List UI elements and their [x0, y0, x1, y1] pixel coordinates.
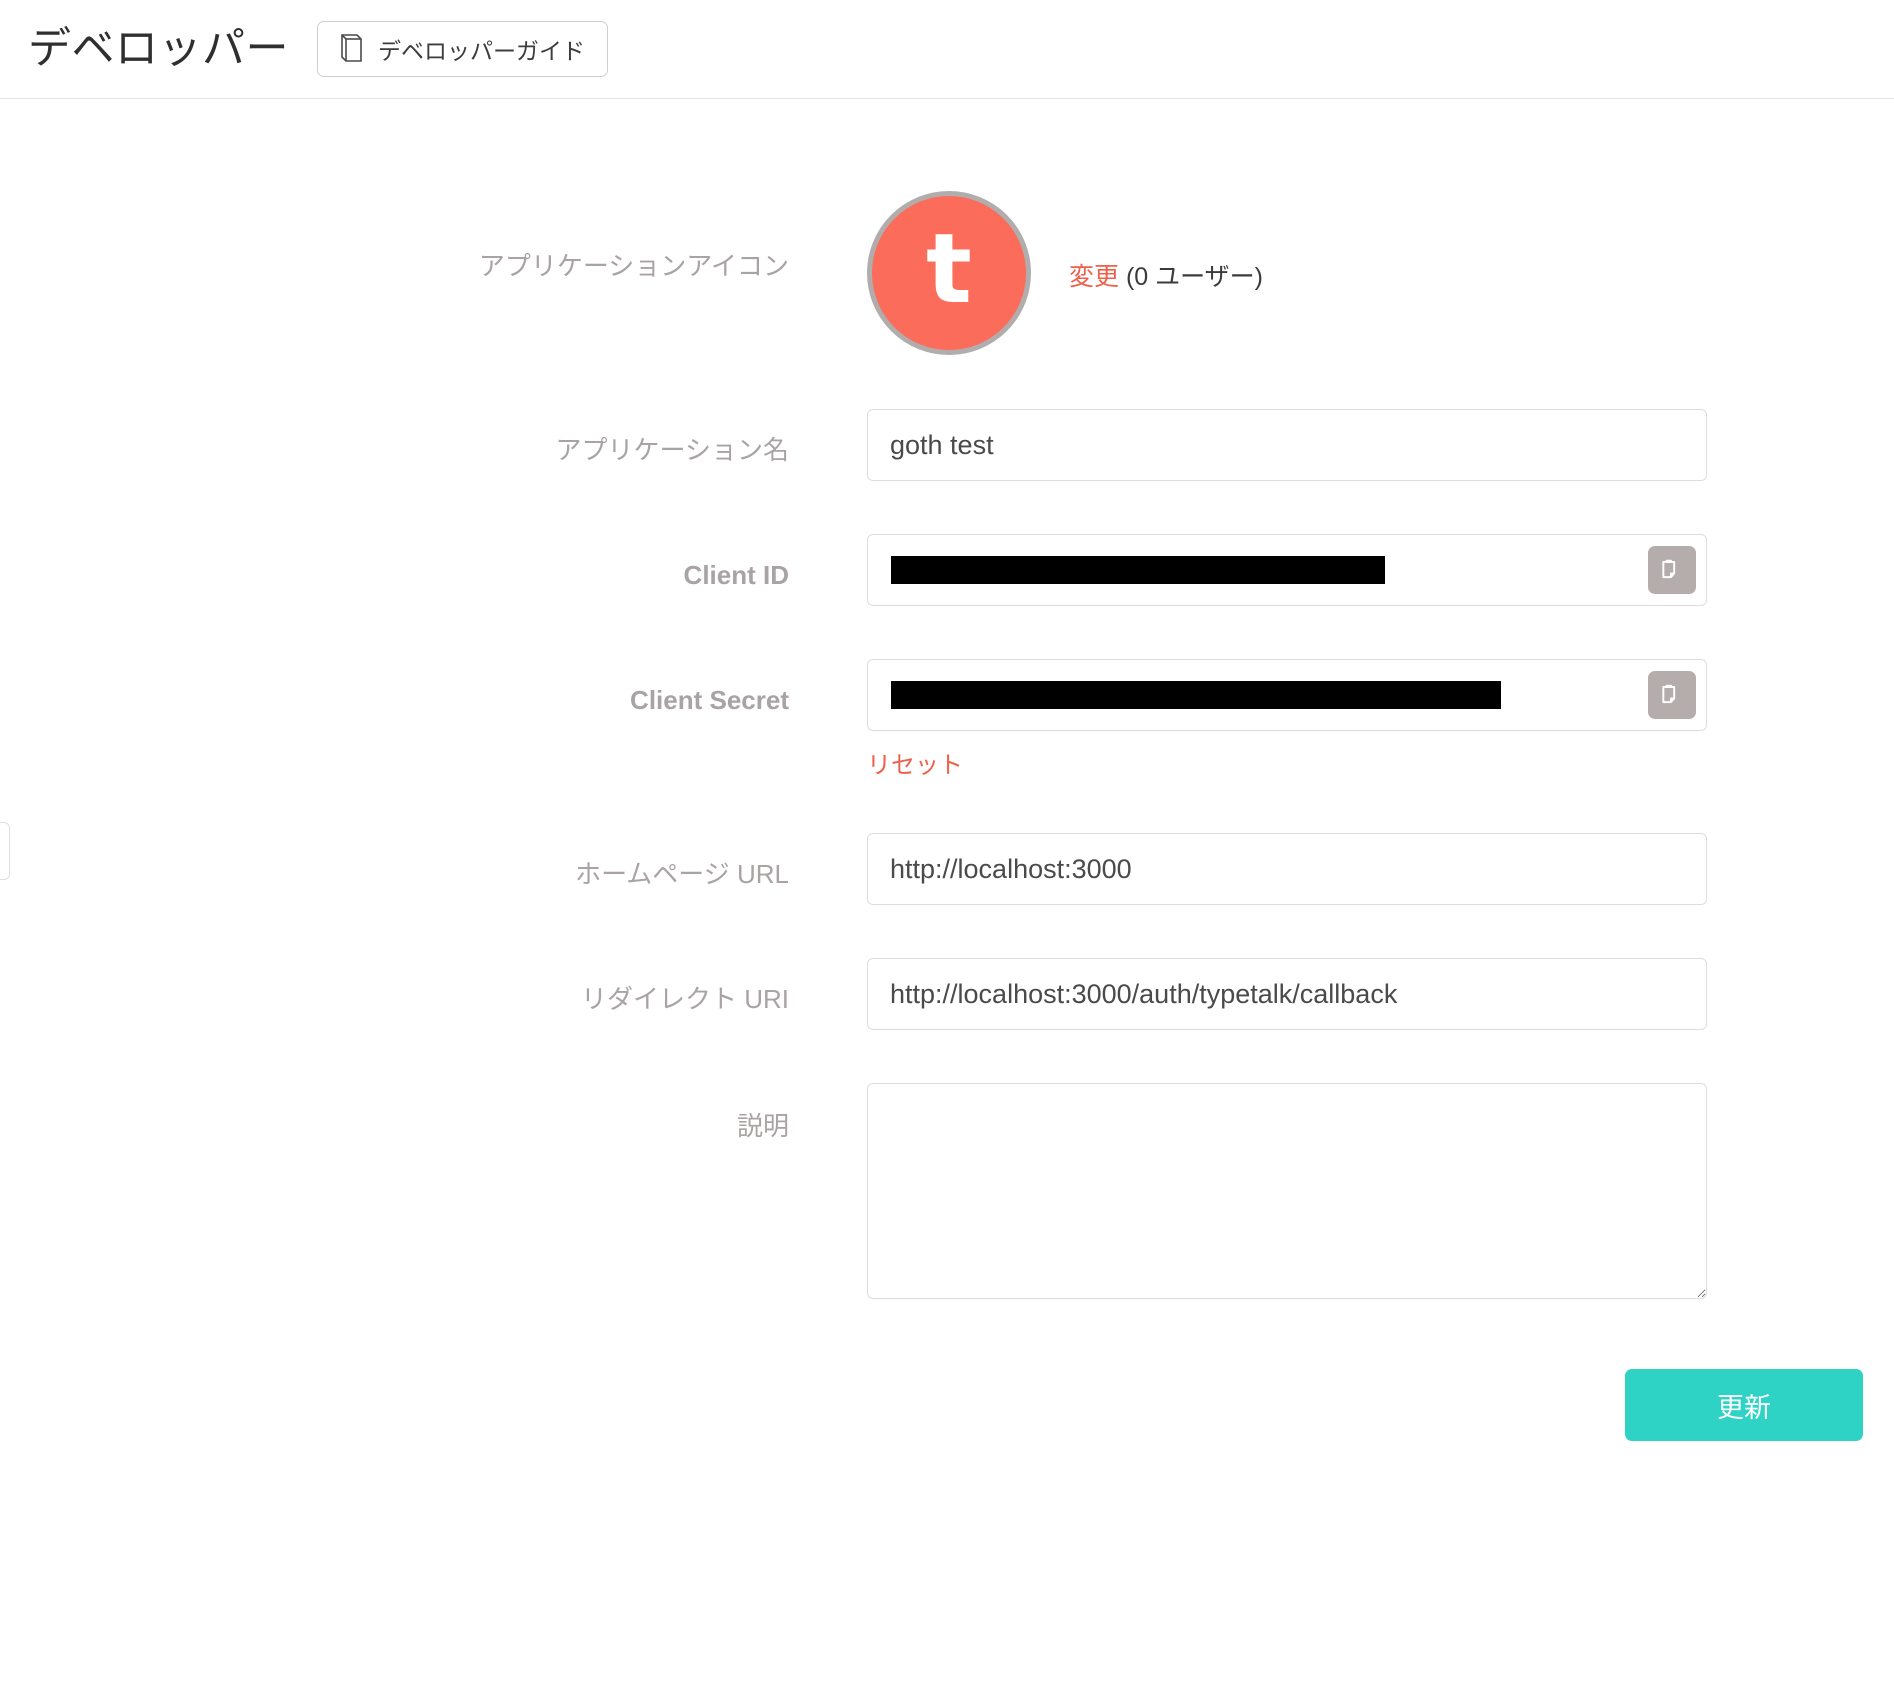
client-id-input[interactable] — [867, 534, 1707, 606]
avatar: t — [867, 191, 1031, 355]
developer-guide-label: デベロッパーガイド — [378, 38, 585, 64]
application-name-input[interactable] — [867, 409, 1707, 481]
copy-client-id-button[interactable] — [1648, 546, 1696, 594]
label-description: 説明 — [736, 1111, 789, 1141]
copy-client-secret-button[interactable] — [1648, 671, 1696, 719]
update-button[interactable]: 更新 — [1625, 1369, 1863, 1441]
change-icon-link[interactable]: 変更 — [1069, 263, 1119, 291]
clipboard-icon — [1659, 556, 1685, 585]
row-client-id: Client ID — [0, 534, 1894, 606]
redirect-uri-input[interactable] — [867, 958, 1707, 1030]
homepage-url-input[interactable] — [867, 833, 1707, 905]
field-application-icon: t 変更 (0 ユーザー) — [867, 191, 1731, 355]
field-client-id — [867, 534, 1731, 606]
row-description: 説明 — [0, 1083, 1894, 1299]
left-edge-clipped-panel — [0, 822, 10, 880]
label-application-icon: アプリケーションアイコン — [478, 251, 789, 281]
book-icon — [338, 33, 364, 66]
application-icon-meta: 変更 (0 ユーザー) — [1069, 253, 1263, 293]
label-homepage-url: ホームページ URL — [575, 859, 789, 889]
client-secret-input[interactable] — [867, 659, 1707, 731]
developer-guide-button[interactable]: デベロッパーガイド — [317, 21, 608, 77]
label-client-secret: Client Secret — [630, 685, 789, 715]
field-redirect-uri — [867, 958, 1731, 1030]
row-homepage-url: ホームページ URL — [0, 833, 1894, 905]
row-application-name: アプリケーション名 — [0, 409, 1894, 481]
label-application-name: アプリケーション名 — [555, 435, 789, 465]
reset-client-secret-link[interactable]: リセット — [867, 745, 963, 780]
field-application-name — [867, 409, 1731, 481]
label-client-id: Client ID — [683, 560, 789, 590]
developer-application-form: アプリケーションアイコン t 変更 (0 ユーザー) アプリケーション名 Cli… — [0, 99, 1894, 1441]
page-title: デベロッパー — [28, 24, 289, 73]
row-client-secret: Client Secret リセット — [0, 659, 1894, 780]
form-actions: 更新 — [0, 1369, 1894, 1441]
page-header: デベロッパー デベロッパーガイド — [0, 0, 1894, 99]
app-icon-glyph: t — [926, 213, 972, 325]
user-count-label: (0 ユーザー) — [1125, 263, 1263, 291]
clipboard-icon — [1659, 681, 1685, 710]
row-redirect-uri: リダイレクト URI — [0, 958, 1894, 1030]
label-redirect-uri: リダイレクト URI — [580, 984, 789, 1014]
row-application-icon: アプリケーションアイコン t 変更 (0 ユーザー) — [0, 191, 1894, 355]
description-textarea[interactable] — [867, 1083, 1707, 1299]
field-description — [867, 1083, 1731, 1299]
field-client-secret: リセット — [867, 659, 1731, 780]
field-homepage-url — [867, 833, 1731, 905]
